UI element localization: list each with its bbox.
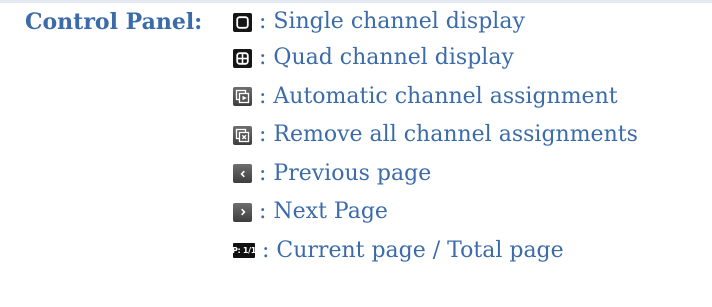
page-indicator-text: P: 1/1	[231, 246, 257, 256]
quad-channel-label: : Quad channel display	[259, 45, 514, 71]
control-panel-title: Control Panel:	[25, 9, 203, 35]
single-channel-label: : Single channel display	[259, 9, 525, 34]
list-item-quad-channel: : Quad channel display	[233, 39, 638, 78]
list-item-page-indicator: P: 1/1 : Current page / Total page	[231, 232, 638, 271]
remove-assign-icon[interactable]	[233, 125, 252, 145]
next-page-label: : Next Page	[259, 199, 388, 225]
previous-page-label: : Previous page	[259, 160, 432, 186]
list-item-previous-page: : Previous page	[233, 155, 638, 194]
list-item-remove-assign: : Remove all channel assignments	[233, 116, 638, 155]
list-item-next-page: : Next Page	[233, 193, 638, 232]
quad-channel-icon[interactable]	[233, 48, 252, 68]
auto-assign-label: : Automatic channel assignment	[259, 83, 618, 109]
remove-assign-label: : Remove all channel assignments	[259, 122, 638, 148]
list-item-single-channel: : Single channel display	[233, 5, 638, 39]
top-divider	[0, 0, 712, 3]
control-panel-list: : Single channel display : Quad channel …	[231, 5, 638, 271]
page-indicator-label: : Current page / Total page	[262, 237, 564, 263]
previous-page-icon[interactable]	[233, 164, 252, 184]
page-indicator-icon: P: 1/1	[231, 243, 257, 259]
list-item-auto-assign: : Automatic channel assignment	[233, 78, 638, 117]
single-channel-icon[interactable]	[233, 12, 252, 32]
next-page-icon[interactable]	[233, 202, 252, 222]
auto-assign-icon[interactable]	[233, 87, 252, 107]
